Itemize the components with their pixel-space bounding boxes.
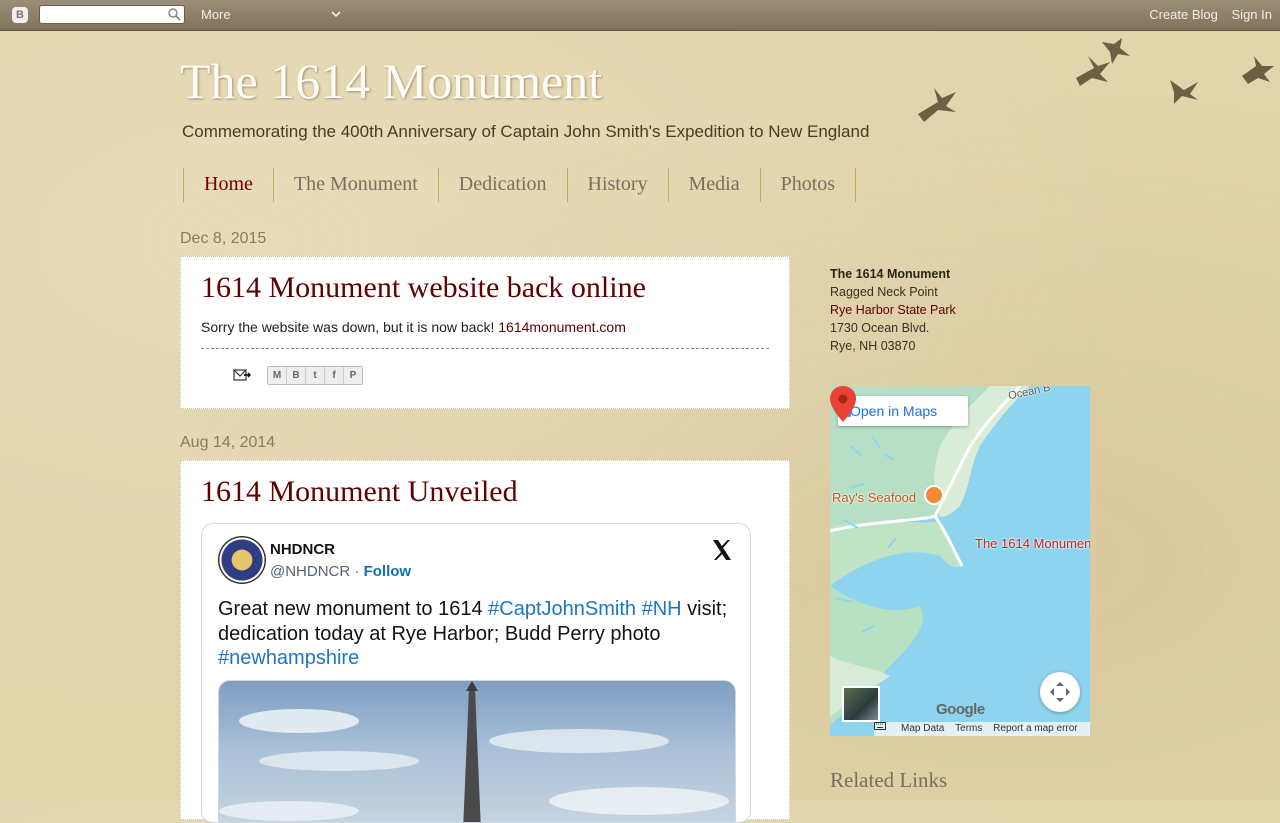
blog-description: Commemorating the 400th Anniversary of C… <box>182 122 870 141</box>
address-line: Rye, NH 03870 <box>830 339 916 353</box>
blog-title[interactable]: The 1614 Monument <box>180 52 602 110</box>
navbar-search-box <box>39 5 185 24</box>
post-title[interactable]: 1614 Monument Unveiled <box>201 475 769 509</box>
hashtag-link[interactable]: #newhampshire <box>218 647 359 669</box>
page-tabs: Home The Monument Dedication History Med… <box>183 168 857 202</box>
tweet-photo[interactable] <box>218 680 736 822</box>
post-title[interactable]: 1614 Monument website back online <box>201 271 769 305</box>
post-date: Aug 14, 2014 <box>180 434 276 451</box>
monument-map-label[interactable]: The 1614 Monument <box>975 536 1090 551</box>
create-blog-link[interactable]: Create Blog <box>1149 7 1218 22</box>
google-map-embed[interactable]: Open in Maps Ocean B Ray's Seafood The 1… <box>830 386 1090 736</box>
birds-decoration-icon <box>918 38 1274 122</box>
hashtag-link[interactable]: #CaptJohnSmith <box>488 598 636 620</box>
post-card: 1614 Monument Unveiled NHDNCR @NHDNCR · … <box>180 460 790 823</box>
tab-media[interactable]: Media <box>667 168 760 202</box>
tweet-handle[interactable]: @NHDNCR <box>270 563 350 580</box>
avatar[interactable] <box>218 536 266 584</box>
rays-seafood-label[interactable]: Ray's Seafood <box>832 490 916 505</box>
sign-in-link[interactable]: Sign In <box>1232 7 1272 22</box>
map-data-link[interactable]: Map Data <box>901 723 944 734</box>
tab-dedication[interactable]: Dedication <box>437 168 567 202</box>
address-line: 1730 Ocean Blvd. <box>830 321 930 335</box>
share-buttons: M B t f P <box>267 366 363 385</box>
post-body: Sorry the website was down, but it is no… <box>201 319 769 335</box>
address-name: The 1614 Monument <box>830 267 951 281</box>
blogger-logo-icon[interactable]: B <box>12 7 28 23</box>
open-in-maps-label: Open in Maps <box>850 403 938 419</box>
tab-history[interactable]: History <box>566 168 668 202</box>
follow-button[interactable]: Follow <box>364 563 412 580</box>
blogger-navbar: B More Create Blog Sign In <box>0 0 1280 31</box>
keyboard-icon[interactable] <box>874 722 886 730</box>
share-email-button[interactable]: M <box>268 367 287 384</box>
share-pinterest-button[interactable]: P <box>344 367 362 384</box>
share-facebook-button[interactable]: f <box>325 367 344 384</box>
satellite-thumbnail[interactable] <box>842 686 880 722</box>
park-link[interactable]: Rye Harbor State Park <box>830 303 956 317</box>
tweet-author-name[interactable]: NHDNCR <box>270 541 335 558</box>
tab-photos[interactable]: Photos <box>759 168 857 202</box>
share-blogger-button[interactable]: B <box>287 367 306 384</box>
map-footer: Map Data Terms Report a map error <box>874 722 1090 736</box>
tweet-text: Great new monument to 1614 #CaptJohnSmit… <box>218 597 738 671</box>
post-card: 1614 Monument website back online Sorry … <box>180 256 790 409</box>
map-pin-icon[interactable] <box>830 386 856 422</box>
related-links-heading: Related Links <box>830 768 948 792</box>
embedded-tweet[interactable]: NHDNCR @NHDNCR · Follow Great new monume… <box>201 523 751 823</box>
post-link[interactable]: 1614monument.com <box>498 319 626 335</box>
email-post-icon[interactable] <box>233 368 251 382</box>
share-twitter-button[interactable]: t <box>306 367 325 384</box>
tab-home[interactable]: Home <box>183 168 273 202</box>
restaurant-icon[interactable] <box>924 485 944 505</box>
report-map-error-link[interactable]: Report a map error <box>993 723 1077 734</box>
open-in-maps-button[interactable]: Open in Maps <box>838 396 968 426</box>
address-line: Ragged Neck Point <box>830 285 938 299</box>
fullscreen-button[interactable] <box>1040 672 1080 712</box>
search-icon[interactable] <box>167 7 181 21</box>
post-body-text: Sorry the website was down, but it is no… <box>201 319 495 335</box>
google-logo: Google <box>936 701 985 718</box>
tweet-text-part: Great new monument to 1614 <box>218 598 489 620</box>
post-share-row: M B t f P <box>201 349 769 407</box>
x-logo-icon[interactable] <box>710 538 734 562</box>
hashtag-link[interactable]: #NH <box>642 598 682 620</box>
tweet-separator: · <box>354 563 360 580</box>
tweet-author-handle: @NHDNCR · Follow <box>270 563 411 580</box>
sidebar-address: The 1614 Monument Ragged Neck Point Rye … <box>830 265 956 355</box>
navbar-more-menu[interactable]: More <box>201 7 231 22</box>
post-date: Dec 8, 2015 <box>180 230 267 247</box>
terms-link[interactable]: Terms <box>955 723 982 734</box>
chevron-down-icon[interactable] <box>331 9 341 19</box>
tab-the-monument[interactable]: The Monument <box>272 168 438 202</box>
navbar-search-input[interactable] <box>44 7 168 24</box>
navbar-account-links: Create Blog Sign In <box>1139 7 1272 22</box>
monument-photo-icon <box>219 681 729 822</box>
fullscreen-icon <box>1050 682 1070 702</box>
